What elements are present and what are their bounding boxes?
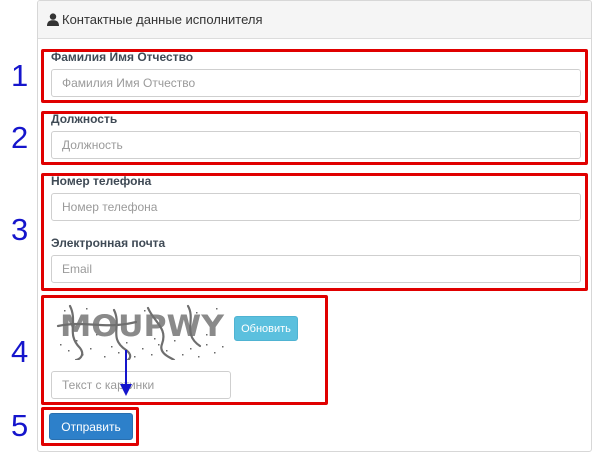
email-label: Электронная почта: [51, 236, 166, 250]
email-input[interactable]: [51, 255, 581, 283]
annotation-1: 1: [11, 58, 29, 93]
position-input[interactable]: [51, 131, 581, 159]
user-icon: [47, 13, 59, 26]
phone-input[interactable]: [51, 193, 581, 221]
panel-heading: Контактные данные исполнителя: [38, 1, 591, 39]
annotation-4: 4: [11, 334, 29, 369]
refresh-captcha-button[interactable]: Обновить: [234, 316, 298, 341]
annotation-3: 3: [11, 212, 29, 247]
position-label: Должность: [51, 112, 118, 126]
submit-button[interactable]: Отправить: [49, 413, 133, 440]
fio-input[interactable]: [51, 69, 581, 97]
captcha-text: MOUPWY: [60, 309, 225, 343]
annotation-2: 2: [11, 120, 29, 155]
captcha-image: MOUPWY: [56, 304, 228, 360]
panel-title: Контактные данные исполнителя: [62, 12, 263, 27]
fio-label: Фамилия Имя Отчество: [51, 50, 194, 64]
annotation-5: 5: [11, 408, 29, 443]
captcha-input[interactable]: [51, 371, 231, 399]
phone-label: Номер телефона: [51, 174, 152, 188]
